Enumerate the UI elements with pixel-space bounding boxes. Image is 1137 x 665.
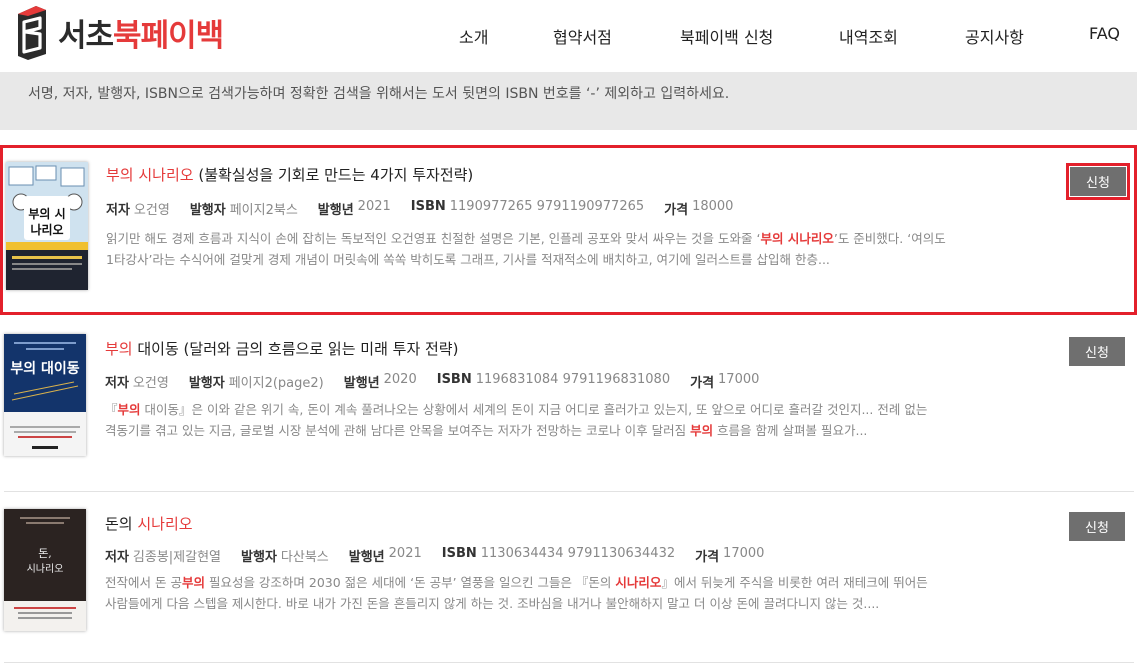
description-highlight: 부의 xyxy=(690,423,714,438)
book-title[interactable]: 부의 대이동 (달러와 금의 흐름으로 읽는 미래 투자 전략) xyxy=(105,338,458,359)
price-value: 17000 xyxy=(718,372,760,387)
publisher-label: 발행자 xyxy=(188,376,225,391)
nav-item-history[interactable]: 내역조회 xyxy=(839,24,898,48)
book-description: 읽기만 해도 경제 흐름과 지식이 손에 잡히는 독보적인 오건영표 친절한 설… xyxy=(106,228,1006,270)
book-description: 전작에서 돈 공부의 필요성을 강조하며 2030 젊은 세대에 ‘돈 공부’ … xyxy=(105,572,985,614)
year-label: 발행년 xyxy=(343,376,380,391)
book-meta: 저자 오건영 발행자 페이지2(page2) 발행년 2020 ISBN 1196831… xyxy=(105,372,779,391)
year-label: 발행년 xyxy=(348,550,385,565)
description-text: 』에서 뒤늦게 주식을 비롯한 여러 재테크에 뛰어든 xyxy=(661,575,928,590)
description-line-2: 1타강사’라는 수식어에 걸맞게 경제 개념이 머릿속에 쏙쏙 박히도록 그래프… xyxy=(106,252,830,267)
description-text: 읽기만 해도 경제 흐름과 지식이 손에 잡히는 독보적인 오건영표 친절한 설… xyxy=(106,231,761,246)
description-line-2: 격동기를 겪고 있는 지금, 글로벌 시장 분석에 관해 남다른 안목을 보여주… xyxy=(105,420,985,441)
book-meta: 저자 김종봉|제갈현열 발행자 다산북스 발행년 2021 ISBN 113063443… xyxy=(105,546,784,565)
book-cover-title: 시나리오 xyxy=(26,564,64,575)
book-title-highlight: 부의 시나리오 xyxy=(106,166,194,184)
book-title[interactable]: 돈의 시나리오 xyxy=(105,513,193,534)
author-label: 저자 xyxy=(105,376,129,391)
publisher-value: 페이지2북스 xyxy=(229,203,298,218)
author-label: 저자 xyxy=(105,550,129,565)
description-line-1: 『부의 대이동』은 이와 같은 위기 속, 돈이 계속 풀려나오는 상황에서 세… xyxy=(105,399,985,420)
search-hint-text: 서명, 저자, 발행자, ISBN으로 검색가능하며 정확한 검색을 위해서는 … xyxy=(28,86,730,102)
isbn-value: 1130634434 9791130634432 xyxy=(480,546,676,561)
year-value: 2021 xyxy=(357,199,391,214)
description-text: 『 xyxy=(105,402,118,417)
book-cover-title: 부의 시나리오 xyxy=(28,207,66,237)
description-highlight: 부의 xyxy=(117,402,141,417)
main-nav: 소개 협약서점 북페이백 신청 내역조회 공지사항 FAQ xyxy=(0,24,1137,48)
book-title-rest: (불확실성을 기회로 만드는 4가지 투자전략) xyxy=(193,166,474,184)
description-highlight: 부의 xyxy=(181,575,205,590)
description-highlight: 시나리오 xyxy=(615,575,662,590)
isbn-label: ISBN xyxy=(436,372,472,387)
book-cover[interactable]: 부의 대이동 xyxy=(4,334,86,456)
book-title-plain: 돈의 xyxy=(105,515,138,533)
book-cover[interactable]: 부의 시나리오 xyxy=(6,162,88,290)
nav-item-apply[interactable]: 북페이백 신청 xyxy=(680,24,773,48)
publisher-value: 페이지2(page2) xyxy=(228,376,324,391)
apply-button[interactable]: 신청 xyxy=(1069,512,1125,541)
year-value: 2021 xyxy=(388,546,422,561)
description-line-1: 읽기만 해도 경제 흐름과 지식이 손에 잡히는 독보적인 오건영표 친절한 설… xyxy=(106,228,1006,249)
publisher-value: 다산북스 xyxy=(280,550,329,565)
row-divider xyxy=(4,662,1134,663)
description-text: 전작에서 돈 공 xyxy=(105,575,182,590)
price-value: 17000 xyxy=(723,546,765,561)
year-label: 발행년 xyxy=(317,203,354,218)
author-value: 김종봉|제갈현열 xyxy=(132,550,222,565)
isbn-label: ISBN xyxy=(410,199,446,214)
publisher-label: 발행자 xyxy=(189,203,226,218)
author-label: 저자 xyxy=(106,203,130,218)
description-text: 격동기를 겪고 있는 지금, 글로벌 시장 분석에 관해 남다른 안목을 보여주… xyxy=(105,423,691,438)
isbn-value: 1190977265 9791190977265 xyxy=(449,199,645,214)
book-row[interactable]: 돈, 시나리오 돈의 시나리오 저자 김종봉|제갈현열 발행자 다산북스 발행년 20… xyxy=(0,495,1137,660)
description-text: 대이동』은 이와 같은 위기 속, 돈이 계속 풀려나오는 상황에서 세계의 돈… xyxy=(140,402,928,417)
description-line-2: 사람들에게 다음 스텝을 제시한다. 바로 내가 가진 돈을 흔들리지 않게 하… xyxy=(105,596,880,611)
book-description: 『부의 대이동』은 이와 같은 위기 속, 돈이 계속 풀려나오는 상황에서 세… xyxy=(105,399,985,441)
author-value: 오건영 xyxy=(132,376,169,391)
nav-item-partner-stores[interactable]: 협약서점 xyxy=(553,24,612,48)
apply-button[interactable]: 신청 xyxy=(1069,337,1125,366)
book-title[interactable]: 부의 시나리오 (불확실성을 기회로 만드는 4가지 투자전략) xyxy=(106,164,473,185)
publisher-label: 발행자 xyxy=(241,550,277,565)
description-line-1: 전작에서 돈 공부의 필요성을 강조하며 2030 젊은 세대에 ‘돈 공부’ … xyxy=(105,572,985,593)
price-label: 가격 xyxy=(695,550,720,565)
apply-button[interactable]: 신청 xyxy=(1066,163,1130,200)
book-row[interactable]: 부의 대이동 부의 대이동 (달러와 금의 흐름으로 읽는 미래 투자 전략) … xyxy=(0,320,1137,485)
price-label: 가격 xyxy=(664,203,689,218)
row-divider xyxy=(4,491,1134,492)
book-meta: 저자 오건영 발행자 페이지2북스 발행년 2021 ISBN 1190977265 9… xyxy=(106,199,753,218)
book-title-highlight: 시나리오 xyxy=(137,515,193,533)
author-value: 오건영 xyxy=(133,203,170,218)
book-title-highlight: 부의 xyxy=(105,340,133,358)
nav-item-faq[interactable]: FAQ xyxy=(1089,24,1120,43)
nav-item-notices[interactable]: 공지사항 xyxy=(965,24,1024,48)
description-highlight: 부의 시나리오 xyxy=(760,231,834,246)
year-value: 2020 xyxy=(383,372,417,387)
description-text: ’도 준비했다. ‘여의도 xyxy=(833,231,946,246)
site-header: 서초북페이백 소개 협약서점 북페이백 신청 내역조회 공지사항 FAQ xyxy=(0,0,1137,72)
isbn-label: ISBN xyxy=(441,546,477,561)
description-text: 흐름을 함께 살펴볼 필요가... xyxy=(713,423,868,438)
description-text: 필요성을 강조하며 2030 젊은 세대에 ‘돈 공부’ 열풍을 일으킨 그들은… xyxy=(204,575,616,590)
book-title-rest: 대이동 (달러와 금의 흐름으로 읽는 미래 투자 전략) xyxy=(132,340,459,358)
book-cover[interactable]: 돈, 시나리오 xyxy=(4,509,86,631)
book-cover-title: 돈, xyxy=(38,547,52,560)
book-row-selected[interactable]: 부의 시나리오 부의 시나리오 (불확실성을 기회로 만드는 4가지 투자전략)… xyxy=(0,145,1137,315)
nav-item-intro[interactable]: 소개 xyxy=(459,24,488,48)
price-label: 가격 xyxy=(690,376,715,391)
price-value: 18000 xyxy=(692,199,734,214)
isbn-value: 1196831084 9791196831080 xyxy=(475,372,671,387)
book-cover-title: 부의 대이동 xyxy=(10,361,80,377)
search-hint-bar: 서명, 저자, 발행자, ISBN으로 검색가능하며 정확한 검색을 위해서는 … xyxy=(0,72,1137,130)
